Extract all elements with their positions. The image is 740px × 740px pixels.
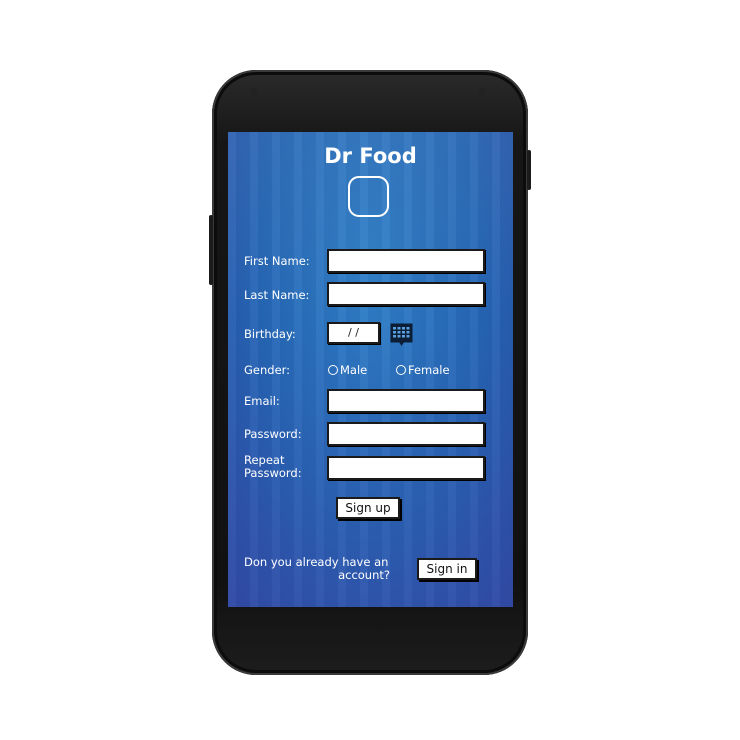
gender-male-label: Male	[340, 363, 368, 377]
password-input[interactable]	[327, 422, 485, 446]
logo-icon	[348, 176, 389, 217]
gender-male-radio[interactable]: Male	[328, 363, 367, 377]
already-account-text: Don you already have an account?	[244, 556, 390, 582]
sign-in-button[interactable]: Sign in	[417, 558, 477, 580]
birthday-label: Birthday:	[244, 327, 296, 341]
app-title: Dr Food	[324, 144, 417, 168]
gender-label: Gender:	[244, 363, 291, 377]
birthday-input[interactable]: / /	[327, 322, 380, 344]
gender-female-radio[interactable]: Female	[396, 363, 450, 377]
first-name-input[interactable]	[327, 249, 485, 273]
screen: Dr Food First Name: Last Name: Birthday:…	[228, 132, 513, 607]
password-label: Password:	[244, 427, 302, 441]
gender-female-label: Female	[408, 363, 450, 377]
sign-up-button[interactable]: Sign up	[336, 497, 400, 519]
repeat-password-label-line2: Password:	[244, 466, 302, 480]
sensor-dot	[250, 88, 258, 96]
last-name-label: Last Name:	[244, 288, 310, 302]
repeat-password-label: Repeat Password:	[244, 454, 302, 480]
already-account-line2: account?	[338, 568, 390, 582]
last-name-input[interactable]	[327, 282, 485, 306]
power-button	[527, 150, 531, 190]
volume-button	[209, 215, 213, 285]
camera-dot	[478, 88, 486, 96]
first-name-label: First Name:	[244, 254, 310, 268]
email-input[interactable]	[327, 389, 485, 413]
radio-circle-icon	[328, 365, 338, 375]
repeat-password-input[interactable]	[327, 456, 485, 480]
radio-circle-icon	[396, 365, 406, 375]
email-label: Email:	[244, 394, 280, 408]
calendar-icon[interactable]	[390, 323, 413, 347]
